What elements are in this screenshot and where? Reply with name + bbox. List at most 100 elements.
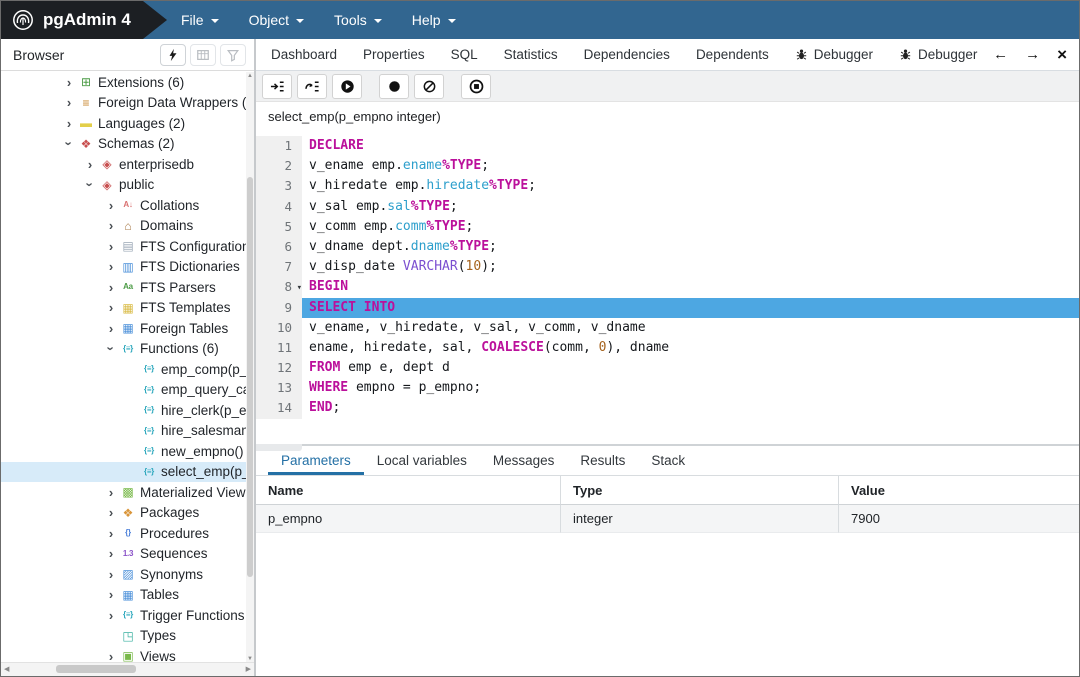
chevron-right-icon[interactable]: › bbox=[103, 198, 119, 213]
tab-scroll-left-button[interactable]: ← bbox=[993, 46, 1008, 63]
tab-properties[interactable]: Properties bbox=[350, 47, 438, 62]
step-over-button[interactable] bbox=[297, 73, 327, 99]
tree-item[interactable]: › A↓ Collations bbox=[1, 195, 254, 216]
tab-sql[interactable]: SQL bbox=[438, 47, 491, 62]
tree-item[interactable]: › ▥ FTS Dictionaries bbox=[1, 257, 254, 278]
tab-debugger[interactable]: Debugger bbox=[886, 47, 990, 62]
panel-tab-stack[interactable]: Stack bbox=[638, 447, 698, 475]
vertical-scrollbar-thumb[interactable] bbox=[247, 177, 253, 577]
scroll-left-icon[interactable]: ◀ bbox=[4, 665, 9, 673]
tree-item[interactable]: › 1.3 Sequences bbox=[1, 544, 254, 565]
chevron-right-icon[interactable]: › bbox=[103, 567, 119, 582]
tree-item[interactable]: › ◈ enterprisedb bbox=[1, 154, 254, 175]
fold-marker-icon[interactable]: ▾ bbox=[297, 278, 302, 298]
tree-item[interactable]: › ▦ Foreign Tables bbox=[1, 318, 254, 339]
menu-tools[interactable]: Tools bbox=[334, 12, 382, 28]
toggle-breakpoint-button[interactable] bbox=[379, 73, 409, 99]
chevron-right-icon[interactable]: › bbox=[103, 280, 119, 295]
line-number-gutter[interactable]: 7 bbox=[256, 257, 302, 278]
line-number-gutter[interactable]: 14 bbox=[256, 398, 302, 419]
tree-vertical-scrollbar[interactable]: ▲ ▼ bbox=[246, 72, 254, 663]
tab-dashboard[interactable]: Dashboard bbox=[258, 47, 350, 62]
tree-item[interactable]: › {≡} Functions (6) bbox=[1, 339, 254, 360]
code-editor[interactable]: 1 DECLARE 2 v_ename emp.ename%TYPE; 3 v_hired… bbox=[256, 129, 1079, 451]
panel-tab-local-variables[interactable]: Local variables bbox=[364, 447, 480, 475]
clear-all-breakpoints-button[interactable] bbox=[414, 73, 444, 99]
panel-resize-grip[interactable] bbox=[256, 444, 302, 451]
chevron-right-icon[interactable]: › bbox=[103, 505, 119, 520]
tree-horizontal-scrollbar[interactable]: ◀ ▶ bbox=[1, 662, 254, 676]
panel-tab-messages[interactable]: Messages bbox=[480, 447, 568, 475]
tab-statistics[interactable]: Statistics bbox=[491, 47, 571, 62]
tree-item[interactable]: › ⌂ Domains bbox=[1, 216, 254, 237]
tab-dependencies[interactable]: Dependencies bbox=[571, 47, 683, 62]
chevron-right-icon[interactable]: › bbox=[103, 239, 119, 254]
tree-item[interactable]: › ▦ Tables bbox=[1, 585, 254, 606]
tree-item[interactable]: {≡} emp_query_cal bbox=[1, 380, 254, 401]
tree-item[interactable]: › ▤ FTS Configurations bbox=[1, 236, 254, 257]
chevron-right-icon[interactable]: › bbox=[103, 485, 119, 500]
tree-item[interactable]: › ▦ FTS Templates bbox=[1, 298, 254, 319]
tree-item[interactable]: › ≡ Foreign Data Wrappers (2) bbox=[1, 93, 254, 114]
line-number-gutter[interactable]: 6 bbox=[256, 236, 302, 258]
line-number-gutter[interactable]: 5 bbox=[256, 216, 302, 237]
chevron-right-icon[interactable]: › bbox=[103, 649, 119, 663]
tree-item[interactable]: ◳ Types bbox=[1, 626, 254, 647]
tree-item[interactable]: {≡} hire_salesman( bbox=[1, 421, 254, 442]
stop-button[interactable] bbox=[461, 73, 491, 99]
line-number-gutter[interactable]: 9 bbox=[256, 297, 302, 318]
lightning-button[interactable] bbox=[160, 43, 186, 66]
line-number-gutter[interactable]: 13 bbox=[256, 378, 302, 399]
chevron-right-icon[interactable]: › bbox=[103, 526, 119, 541]
chevron-right-icon[interactable]: › bbox=[103, 321, 119, 336]
tree-item[interactable]: › ▩ Materialized Views bbox=[1, 482, 254, 503]
chevron-right-icon[interactable]: › bbox=[103, 259, 119, 274]
chevron-right-icon[interactable]: › bbox=[61, 75, 77, 90]
menu-help[interactable]: Help bbox=[412, 12, 456, 28]
tab-debugger[interactable]: Debugger bbox=[782, 47, 886, 62]
chevron-right-icon[interactable]: › bbox=[82, 157, 98, 172]
line-number-gutter[interactable]: 10 bbox=[256, 317, 302, 338]
line-number-gutter[interactable]: 3 bbox=[256, 176, 302, 197]
chevron-down-icon[interactable]: › bbox=[104, 341, 119, 357]
filter-button[interactable] bbox=[220, 43, 246, 66]
tree-item[interactable]: {≡} new_empno() bbox=[1, 441, 254, 462]
menu-file[interactable]: File bbox=[181, 12, 219, 28]
line-number-gutter[interactable]: 11 bbox=[256, 337, 302, 359]
tree-item[interactable]: › ❖ Schemas (2) bbox=[1, 134, 254, 155]
tree-item[interactable]: › ▨ Synonyms bbox=[1, 564, 254, 585]
continue-button[interactable] bbox=[332, 73, 362, 99]
tree-item[interactable]: › ▬ Languages (2) bbox=[1, 113, 254, 134]
chevron-right-icon[interactable]: › bbox=[103, 546, 119, 561]
scroll-right-icon[interactable]: ▶ bbox=[246, 665, 251, 673]
tree-item[interactable]: {≡} select_emp(p_e bbox=[1, 461, 254, 482]
line-number-gutter[interactable]: 8 ▾ bbox=[256, 277, 302, 298]
tree-item[interactable]: › {} Procedures bbox=[1, 523, 254, 544]
chevron-right-icon[interactable]: › bbox=[103, 608, 119, 623]
chevron-right-icon[interactable]: › bbox=[61, 116, 77, 131]
chevron-right-icon[interactable]: › bbox=[103, 300, 119, 315]
panel-tab-parameters[interactable]: Parameters bbox=[268, 447, 364, 475]
panel-tab-results[interactable]: Results bbox=[567, 447, 638, 475]
tree-item[interactable]: › ◈ public bbox=[1, 175, 254, 196]
tab-close-button[interactable]: × bbox=[1057, 45, 1067, 65]
menu-object[interactable]: Object bbox=[249, 12, 305, 28]
line-number-gutter[interactable]: 2 bbox=[256, 156, 302, 177]
chevron-down-icon[interactable]: › bbox=[62, 136, 77, 152]
tab-scroll-right-button[interactable]: → bbox=[1025, 46, 1040, 63]
line-number-gutter[interactable]: 4 bbox=[256, 196, 302, 217]
table-row[interactable]: p_empno integer 7900 bbox=[256, 505, 1079, 533]
chevron-right-icon[interactable]: › bbox=[61, 95, 77, 110]
grid-button[interactable] bbox=[190, 43, 216, 66]
tree-item[interactable]: › ❖ Packages bbox=[1, 503, 254, 524]
step-into-button[interactable] bbox=[262, 73, 292, 99]
tree-item[interactable]: {≡} hire_clerk(p_en bbox=[1, 400, 254, 421]
tree-item[interactable]: › ⊞ Extensions (6) bbox=[1, 72, 254, 93]
tree-item[interactable]: {≡} emp_comp(p_s bbox=[1, 359, 254, 380]
line-number-gutter[interactable]: 12 bbox=[256, 358, 302, 379]
line-number-gutter[interactable]: 1 bbox=[256, 136, 302, 157]
horizontal-scrollbar-thumb[interactable] bbox=[56, 665, 136, 673]
chevron-right-icon[interactable]: › bbox=[103, 587, 119, 602]
tab-dependents[interactable]: Dependents bbox=[683, 47, 782, 62]
tree-item[interactable]: › ▣ Views bbox=[1, 646, 254, 663]
